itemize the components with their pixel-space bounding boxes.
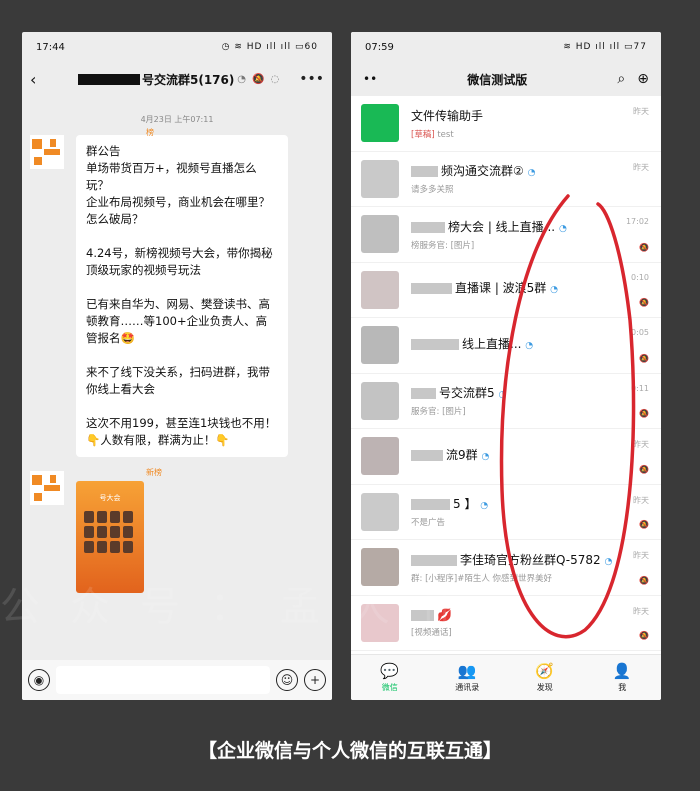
red-circle-annotation [499,194,636,639]
announcement-p5: 这次不用199，甚至连1块钱也不用！ 👇人数有限，群满为止！👇 [86,416,277,447]
conversation-item[interactable]: 文件传输助手 [草稿] test 昨天 [351,96,661,152]
announcement-p2: 4.24号，新榜视频号大会，带你揭秘顶级玩家的视频号玩法 [86,246,273,277]
conversation-avatar [361,326,399,365]
tab-label: 通讯录 [455,683,480,692]
tab-label: 我 [618,683,627,692]
voice-icon[interactable]: ◉ [28,669,50,691]
conversation-avatar [361,437,399,476]
pin-icon: ◌ [270,73,280,85]
sender-name: 榜 [146,128,154,137]
tab-label: 微信 [381,683,398,692]
conversation-avatar [361,215,399,254]
message-announcement: 榜 群公告 单场带货百万+，视频号直播怎么玩？ 企业布局视频号，商业机会在哪里？… [22,128,332,457]
wechat-header: •• 微信测试版 ⌕ ⊕ [351,62,661,96]
tab-label: 发现 [536,683,553,692]
announcement-p1: 单场带货百万+，视频号直播怎么玩？ 企业布局视频号，商业机会在哪里？怎么破局？ [86,161,270,226]
image-caption: 【企业微信与个人微信的互联互通】 [197,740,502,762]
conversation-avatar [361,381,399,420]
app-title: 微信测试版 [467,72,528,87]
tab-icon: 💬 [380,662,400,680]
tab-bar: 💬 微信 👥 通讯录 🧭 发现 👤 我 [351,654,661,700]
chat-title: 号交流群5(176) [142,72,235,87]
poster-title: 号大会 [99,494,121,502]
announcement-p4: 来不了线下没关系，扫码进群，我带你线上看大会 [86,365,270,396]
quote-icon: ◔ [481,451,490,462]
chat-header: ‹ 号交流群5(176) ◔ 🔕 ◌ ••• [22,62,332,96]
more-icon[interactable]: ••• [299,71,324,87]
more-icon[interactable]: •• [363,72,377,86]
message-input[interactable] [56,666,270,694]
status-icons: ◷ ≋ HD ıll ıll ▭60 [221,42,318,52]
chat-status-icons: ◔ 🔕 ◌ [237,74,279,85]
status-icons: ≋ HD ıll ıll ▭77 [563,42,647,52]
watermark: 公众号：孟大伟 [0,584,490,630]
tab-icon: 👤 [612,662,632,680]
tab-icon: 👥 [457,662,477,680]
poster-faces [84,511,144,553]
status-time: 07:59 [365,41,394,53]
message-timestamp: 4月23日 上午07:11 [140,115,214,124]
sender-name: 新榜 [146,468,162,477]
conversation-name: 频沟通交流群② ◔ [411,162,651,179]
status-time: 17:44 [36,41,65,53]
conversation-avatar [361,492,399,531]
tab-2[interactable]: 🧭 发现 [506,655,584,700]
search-icon[interactable]: ⌕ [617,71,625,87]
add-icon[interactable]: ⊕ [637,71,649,87]
quote-icon: ◔ [237,73,247,85]
avatar[interactable] [30,135,64,169]
conversation-avatar [361,159,399,198]
announcement-heading: 群公告 [86,144,121,158]
avatar[interactable] [30,471,64,505]
mute-icon: 🔕 [252,73,265,85]
conversation-time: 昨天 [633,162,649,172]
emoji-icon[interactable]: ☺ [276,669,298,691]
status-bar: 17:44 ◷ ≋ HD ıll ıll ▭60 [22,32,332,62]
plus-icon[interactable]: + [304,669,326,691]
conversation-name: 文件传输助手 [411,108,484,123]
quote-icon: ◔ [480,501,489,512]
tab-3[interactable]: 👤 我 [584,655,662,700]
announcement-bubble[interactable]: 群公告 单场带货百万+，视频号直播怎么玩？ 企业布局视频号，商业机会在哪里？怎么… [76,135,288,457]
conversation-avatar [361,270,399,309]
conversation-avatar [361,104,399,143]
quote-icon: ◔ [527,168,536,179]
conversation-preview: [草稿] test [411,129,454,140]
status-bar: 07:59 ≋ HD ıll ıll ▭77 [351,32,661,62]
tab-0[interactable]: 💬 微信 [351,655,429,700]
conversation-time: 昨天 [633,107,649,116]
redacted-title [78,73,140,85]
tab-1[interactable]: 👥 通讯录 [429,655,507,700]
announcement-p3: 已有来自华为、网易、樊登读书、高顿教育……等100+企业负责人、高管报名🤩 [86,297,270,345]
tab-icon: 🧭 [535,662,555,680]
input-bar: ◉ ☺ + [22,660,332,700]
back-arrow-icon[interactable]: ‹ [30,70,50,89]
